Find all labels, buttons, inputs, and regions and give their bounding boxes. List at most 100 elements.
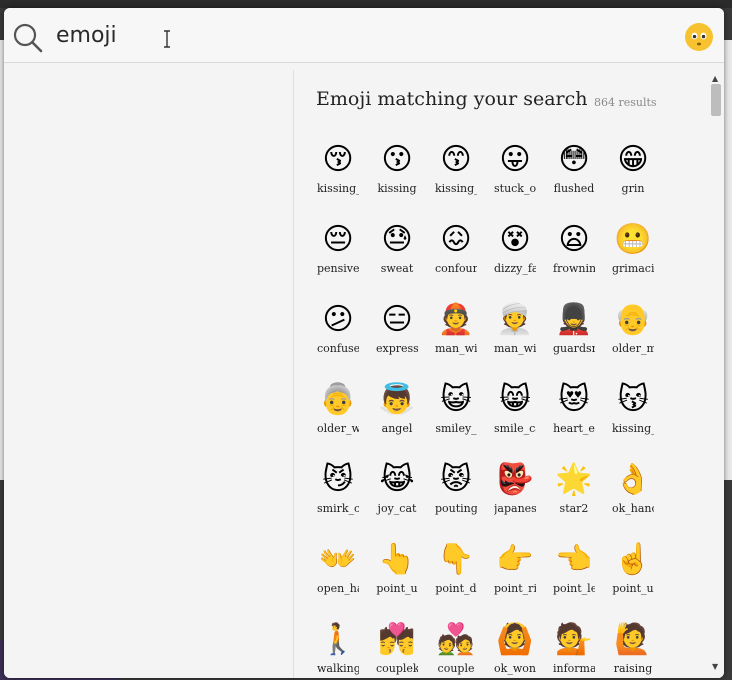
emoji-glyph: ☝️ [614,542,652,577]
emoji-tile[interactable]: 💁 informa [546,620,602,678]
emoji-tile[interactable]: 👵 older_w [310,380,366,450]
emoji-label: open_ha [317,582,359,595]
emoji-label: kissing [377,182,417,195]
search-icon [13,23,43,53]
emoji-glyph: 😵 [499,222,531,257]
emoji-glyph: 👲 [437,302,475,337]
emoji-label: heart_e [553,422,595,435]
emoji-tile[interactable]: 😛 stuck_o [487,140,543,210]
emoji-glyph: 😹 [379,462,415,497]
emoji-tile[interactable]: 😵 dizzy_fa [487,220,543,290]
emoji-label: walking [317,662,359,675]
emoji-label: point_u [376,582,418,595]
emoji-tile[interactable]: 👐 open_ha [310,540,366,610]
emoji-tile[interactable]: 👌 ok_hanc [605,460,661,530]
emoji-label: man_wi [435,342,477,355]
emoji-label: point_le [553,582,595,595]
emoji-tile[interactable]: 🙋 raising [605,620,661,678]
emoji-tile[interactable]: 😦 frownin [546,220,602,290]
emoji-tile[interactable]: 👈 point_le [546,540,602,610]
emoji-glyph: 😺 [440,382,472,417]
emoji-tile[interactable]: 😻 heart_e [546,380,602,450]
emoji-tile[interactable]: 😼 smirk_c [310,460,366,530]
emoji-tile[interactable]: 😑 express [369,300,425,370]
emoji-glyph: 💁 [555,622,593,657]
emoji-tile[interactable]: 😺 smiley_ [428,380,484,450]
emoji-label: man_wi [494,342,536,355]
emoji-label: pensive [317,262,359,275]
scrollbar[interactable]: ▲ ▼ [708,70,724,678]
scroll-up-arrow-icon[interactable]: ▲ [712,74,718,83]
emoji-label: point_u [612,582,654,595]
emoji-label: japanes [494,502,536,515]
emoji-label: flushed [553,182,595,195]
emoji-tile[interactable]: 😕 confuse [310,300,366,370]
emoji-tile[interactable]: 😳 flushed [546,140,602,210]
emoji-label: sweat [380,262,414,275]
emoji-tile[interactable]: 😹 joy_cat [369,460,425,530]
scrollbar-thumb[interactable] [711,84,721,116]
emoji-label: guardsr [553,342,595,355]
emoji-label: smile_ca [494,422,536,435]
emoji-label: kissing_ [612,422,654,435]
emoji-glyph: 👌 [614,462,652,497]
emoji-tile[interactable]: 👉 point_ri [487,540,543,610]
emoji-label: couple [437,662,475,675]
emoji-glyph: 💑 [437,622,475,657]
emoji-label: express [376,342,418,355]
emoji-tile[interactable]: 😽 kissing_ [605,380,661,450]
emoji-tile[interactable]: ☝️ point_u [605,540,661,610]
emoji-label: kissing_ [435,182,477,195]
emoji-tile[interactable]: 💏 couplek [369,620,425,678]
emoji-tile[interactable]: 😬 grimaci [605,220,661,290]
emoji-label: pouting [435,502,477,515]
emoji-glyph: 👉 [496,542,534,577]
emoji-tile[interactable]: 💑 couple [428,620,484,678]
emoji-tile[interactable]: 🙆 ok_won [487,620,543,678]
emoji-tile[interactable]: 😔 pensive [310,220,366,290]
emoji-tile[interactable]: 👆 point_u [369,540,425,610]
emoji-glyph: 😛 [499,142,531,177]
emoji-label: joy_cat [377,502,417,515]
emoji-glyph: 👆 [378,542,416,577]
emoji-tile[interactable]: 🚶 walking [310,620,366,678]
emoji-label: ok_won [494,662,536,675]
search-input[interactable] [56,18,616,52]
emoji-tile[interactable]: 😸 smile_ca [487,380,543,450]
emoji-glyph: 😻 [558,382,590,417]
emoji-glyph: 👺 [496,462,534,497]
emoji-glyph: 💏 [378,622,416,657]
emoji-tile[interactable]: 👼 angel [369,380,425,450]
emoji-tile[interactable]: 👳 man_wi [487,300,543,370]
emoji-glyph: 👵 [319,382,357,417]
emoji-glyph: 😼 [322,462,354,497]
emoji-label: raising [613,662,653,675]
emoji-label: dizzy_fa [494,262,536,275]
emoji-tile[interactable]: 🌟 star2 [546,460,602,530]
emoji-tile[interactable]: 👇 point_d [428,540,484,610]
emoji-tile[interactable]: 😓 sweat [369,220,425,290]
emoji-tile[interactable]: 👲 man_wi [428,300,484,370]
result-count: 864 results [594,96,657,109]
emoji-tile[interactable]: 😗 kissing [369,140,425,210]
emoji-glyph: 💂 [555,302,593,337]
emoji-label: point_d [435,582,477,595]
emoji-tile[interactable]: 👴 older_m [605,300,661,370]
emoji-tile[interactable]: 👺 japanes [487,460,543,530]
emoji-glyph: 😓 [381,222,413,257]
emoji-tile[interactable]: 💂 guardsr [546,300,602,370]
scroll-down-arrow-icon[interactable]: ▼ [712,662,718,671]
emoji-glyph: 👈 [555,542,593,577]
emoji-glyph: 😳 [558,142,590,177]
emoji-glyph: 😗 [381,142,413,177]
emoji-tile[interactable]: 😾 pouting [428,460,484,530]
search-bar [4,8,724,63]
emoji-glyph: 🌟 [555,462,593,497]
emoji-app-icon[interactable] [684,22,714,52]
emoji-tile[interactable]: 😁 grin [605,140,661,210]
emoji-label: informa [553,662,595,675]
emoji-tile[interactable]: 😖 confoun [428,220,484,290]
results-heading: Emoji matching your search [316,88,588,110]
emoji-tile[interactable]: 😚 kissing_ [310,140,366,210]
emoji-tile[interactable]: 😙 kissing_ [428,140,484,210]
